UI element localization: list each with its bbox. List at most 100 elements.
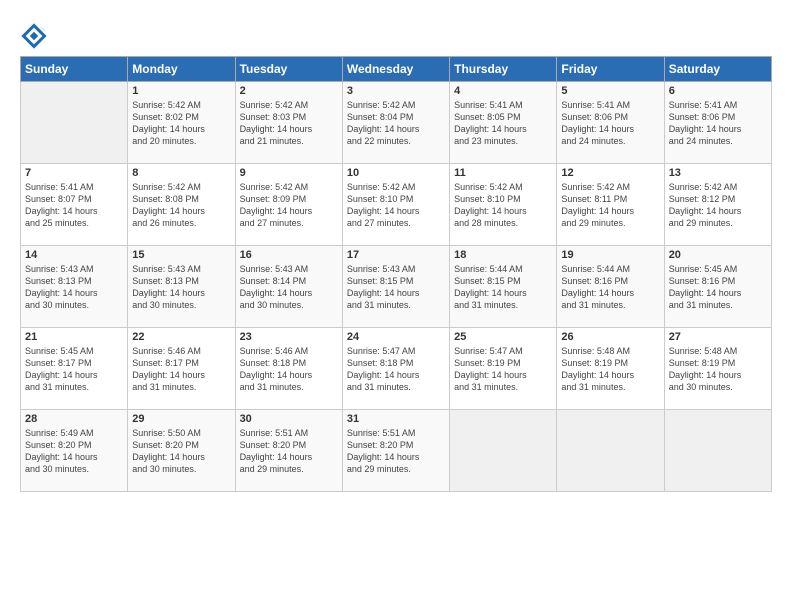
day-number: 1 <box>132 85 230 97</box>
day-number: 13 <box>669 167 767 179</box>
calendar-cell: 10 Sunrise: 5:42 AM Sunset: 8:10 PM Dayli… <box>342 164 449 246</box>
calendar-cell: 24 Sunrise: 5:47 AM Sunset: 8:18 PM Dayli… <box>342 328 449 410</box>
cell-info: Sunrise: 5:45 AM Sunset: 8:17 PM Dayligh… <box>25 345 123 394</box>
calendar-cell: 1 Sunrise: 5:42 AM Sunset: 8:02 PM Daylig… <box>128 82 235 164</box>
day-number: 18 <box>454 249 552 261</box>
day-number: 15 <box>132 249 230 261</box>
cell-info: Sunrise: 5:51 AM Sunset: 8:20 PM Dayligh… <box>347 427 445 476</box>
calendar-cell: 12 Sunrise: 5:42 AM Sunset: 8:11 PM Dayli… <box>557 164 664 246</box>
day-number: 24 <box>347 331 445 343</box>
cell-info: Sunrise: 5:41 AM Sunset: 8:07 PM Dayligh… <box>25 181 123 230</box>
day-number: 9 <box>240 167 338 179</box>
weekday-wednesday: Wednesday <box>342 57 449 82</box>
cell-info: Sunrise: 5:47 AM Sunset: 8:18 PM Dayligh… <box>347 345 445 394</box>
day-number: 5 <box>561 85 659 97</box>
calendar-cell: 8 Sunrise: 5:42 AM Sunset: 8:08 PM Daylig… <box>128 164 235 246</box>
header <box>20 18 772 50</box>
day-number: 4 <box>454 85 552 97</box>
calendar-cell <box>21 82 128 164</box>
calendar-cell: 3 Sunrise: 5:42 AM Sunset: 8:04 PM Daylig… <box>342 82 449 164</box>
cell-info: Sunrise: 5:49 AM Sunset: 8:20 PM Dayligh… <box>25 427 123 476</box>
cell-info: Sunrise: 5:43 AM Sunset: 8:13 PM Dayligh… <box>25 263 123 312</box>
calendar-cell: 7 Sunrise: 5:41 AM Sunset: 8:07 PM Daylig… <box>21 164 128 246</box>
logo <box>20 22 50 50</box>
cell-info: Sunrise: 5:41 AM Sunset: 8:06 PM Dayligh… <box>561 99 659 148</box>
page: SundayMondayTuesdayWednesdayThursdayFrid… <box>0 0 792 502</box>
calendar-cell: 22 Sunrise: 5:46 AM Sunset: 8:17 PM Dayli… <box>128 328 235 410</box>
day-number: 21 <box>25 331 123 343</box>
cell-info: Sunrise: 5:48 AM Sunset: 8:19 PM Dayligh… <box>561 345 659 394</box>
day-number: 26 <box>561 331 659 343</box>
day-number: 14 <box>25 249 123 261</box>
cell-info: Sunrise: 5:42 AM Sunset: 8:10 PM Dayligh… <box>454 181 552 230</box>
calendar-cell: 11 Sunrise: 5:42 AM Sunset: 8:10 PM Dayli… <box>450 164 557 246</box>
calendar-cell: 17Sunrise: 5:43 AM Sunset: 8:15 PM Dayli… <box>342 246 449 328</box>
cell-info: Sunrise: 5:42 AM Sunset: 8:12 PM Dayligh… <box>669 181 767 230</box>
calendar-cell: 28 Sunrise: 5:49 AM Sunset: 8:20 PM Dayli… <box>21 410 128 492</box>
cell-info: Sunrise: 5:42 AM Sunset: 8:10 PM Dayligh… <box>347 181 445 230</box>
week-row-2: 14 Sunrise: 5:43 AM Sunset: 8:13 PM Dayli… <box>21 246 772 328</box>
cell-info: Sunrise: 5:51 AM Sunset: 8:20 PM Dayligh… <box>240 427 338 476</box>
cell-info: Sunrise: 5:41 AM Sunset: 8:05 PM Dayligh… <box>454 99 552 148</box>
calendar-cell: 18 Sunrise: 5:44 AM Sunset: 8:15 PM Dayli… <box>450 246 557 328</box>
calendar-cell: 21 Sunrise: 5:45 AM Sunset: 8:17 PM Dayli… <box>21 328 128 410</box>
day-number: 23 <box>240 331 338 343</box>
week-row-4: 28 Sunrise: 5:49 AM Sunset: 8:20 PM Dayli… <box>21 410 772 492</box>
week-row-0: 1 Sunrise: 5:42 AM Sunset: 8:02 PM Daylig… <box>21 82 772 164</box>
calendar-cell <box>557 410 664 492</box>
cell-info: Sunrise: 5:45 AM Sunset: 8:16 PM Dayligh… <box>669 263 767 312</box>
cell-info: Sunrise: 5:43 AM Sunset: 8:13 PM Dayligh… <box>132 263 230 312</box>
day-number: 11 <box>454 167 552 179</box>
cell-info: Sunrise: 5:42 AM Sunset: 8:02 PM Dayligh… <box>132 99 230 148</box>
calendar-cell: 26 Sunrise: 5:48 AM Sunset: 8:19 PM Dayli… <box>557 328 664 410</box>
calendar-cell: 29Sunrise: 5:50 AM Sunset: 8:20 PM Dayli… <box>128 410 235 492</box>
cell-info: Sunrise: 5:41 AM Sunset: 8:06 PM Dayligh… <box>669 99 767 148</box>
cell-info: Sunrise: 5:42 AM Sunset: 8:09 PM Dayligh… <box>240 181 338 230</box>
calendar-cell: 4 Sunrise: 5:41 AM Sunset: 8:05 PM Daylig… <box>450 82 557 164</box>
weekday-saturday: Saturday <box>664 57 771 82</box>
weekday-thursday: Thursday <box>450 57 557 82</box>
day-number: 12 <box>561 167 659 179</box>
calendar-cell <box>450 410 557 492</box>
calendar-cell <box>664 410 771 492</box>
calendar: SundayMondayTuesdayWednesdayThursdayFrid… <box>20 56 772 492</box>
weekday-header-row: SundayMondayTuesdayWednesdayThursdayFrid… <box>21 57 772 82</box>
day-number: 19 <box>561 249 659 261</box>
cell-info: Sunrise: 5:42 AM Sunset: 8:11 PM Dayligh… <box>561 181 659 230</box>
calendar-cell: 14 Sunrise: 5:43 AM Sunset: 8:13 PM Dayli… <box>21 246 128 328</box>
weekday-monday: Monday <box>128 57 235 82</box>
calendar-cell: 16 Sunrise: 5:43 AM Sunset: 8:14 PM Dayli… <box>235 246 342 328</box>
calendar-cell: 25Sunrise: 5:47 AM Sunset: 8:19 PM Dayli… <box>450 328 557 410</box>
day-number: 2 <box>240 85 338 97</box>
week-row-3: 21 Sunrise: 5:45 AM Sunset: 8:17 PM Dayli… <box>21 328 772 410</box>
day-number: 27 <box>669 331 767 343</box>
cell-info: Sunrise: 5:47 AM Sunset: 8:19 PM Dayligh… <box>454 345 552 394</box>
calendar-cell: 31 Sunrise: 5:51 AM Sunset: 8:20 PM Dayli… <box>342 410 449 492</box>
calendar-cell: 23 Sunrise: 5:46 AM Sunset: 8:18 PM Dayli… <box>235 328 342 410</box>
cell-info: Sunrise: 5:43 AM Sunset: 8:14 PM Dayligh… <box>240 263 338 312</box>
calendar-cell: 6Sunrise: 5:41 AM Sunset: 8:06 PM Daylig… <box>664 82 771 164</box>
cell-info: Sunrise: 5:42 AM Sunset: 8:08 PM Dayligh… <box>132 181 230 230</box>
cell-info: Sunrise: 5:48 AM Sunset: 8:19 PM Dayligh… <box>669 345 767 394</box>
calendar-cell: 20 Sunrise: 5:45 AM Sunset: 8:16 PM Dayli… <box>664 246 771 328</box>
cell-info: Sunrise: 5:46 AM Sunset: 8:18 PM Dayligh… <box>240 345 338 394</box>
day-number: 16 <box>240 249 338 261</box>
day-number: 8 <box>132 167 230 179</box>
day-number: 22 <box>132 331 230 343</box>
calendar-cell: 27 Sunrise: 5:48 AM Sunset: 8:19 PM Dayli… <box>664 328 771 410</box>
day-number: 20 <box>669 249 767 261</box>
day-number: 7 <box>25 167 123 179</box>
cell-info: Sunrise: 5:46 AM Sunset: 8:17 PM Dayligh… <box>132 345 230 394</box>
day-number: 3 <box>347 85 445 97</box>
day-number: 10 <box>347 167 445 179</box>
cell-info: Sunrise: 5:50 AM Sunset: 8:20 PM Dayligh… <box>132 427 230 476</box>
day-number: 30 <box>240 413 338 425</box>
cell-info: Sunrise: 5:44 AM Sunset: 8:15 PM Dayligh… <box>454 263 552 312</box>
day-number: 17 <box>347 249 445 261</box>
weekday-friday: Friday <box>557 57 664 82</box>
day-number: 31 <box>347 413 445 425</box>
calendar-cell: 30 Sunrise: 5:51 AM Sunset: 8:20 PM Dayli… <box>235 410 342 492</box>
weekday-tuesday: Tuesday <box>235 57 342 82</box>
cell-info: Sunrise: 5:42 AM Sunset: 8:04 PM Dayligh… <box>347 99 445 148</box>
day-number: 28 <box>25 413 123 425</box>
